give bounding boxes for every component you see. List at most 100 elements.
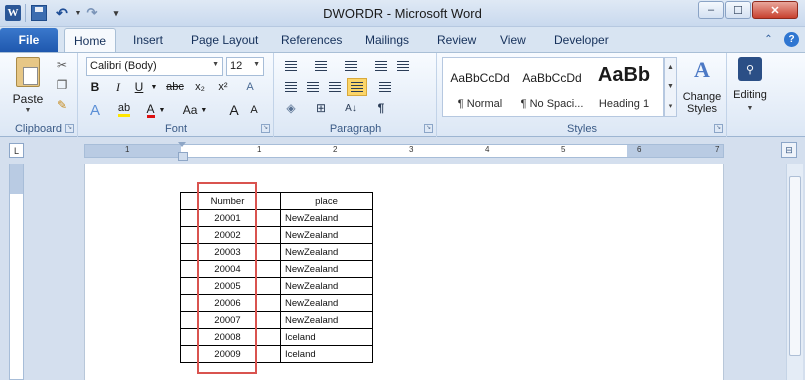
more-icon[interactable]: ▾ <box>669 102 673 110</box>
align-right-button[interactable] <box>325 78 345 96</box>
table-cell[interactable] <box>256 209 281 227</box>
shrink-font-button[interactable]: A <box>245 101 263 119</box>
table-cell[interactable]: NewZealand <box>280 226 373 244</box>
scrollbar-thumb[interactable] <box>789 176 801 356</box>
highlight-button[interactable]: ab <box>109 101 139 119</box>
align-left-button[interactable] <box>281 78 301 96</box>
clipboard-launcher-icon[interactable]: ↘ <box>65 124 74 133</box>
change-case-button[interactable]: Aa ▼ <box>179 101 211 119</box>
binoculars-icon[interactable]: ⚲ <box>738 57 762 81</box>
tab-references[interactable]: References <box>281 33 342 47</box>
editing-label[interactable]: Editing <box>728 89 772 101</box>
table-cell[interactable]: Iceland <box>280 345 373 363</box>
table-cell[interactable] <box>256 243 281 261</box>
underline-button[interactable]: U <box>130 78 148 96</box>
view-ruler-icon[interactable]: ⊟ <box>781 142 797 158</box>
minimize-ribbon-icon[interactable]: ⌃ <box>761 32 776 47</box>
table-cell[interactable] <box>256 311 281 329</box>
table-cell[interactable] <box>256 345 281 363</box>
table-cell[interactable]: NewZealand <box>280 311 373 329</box>
table-cell[interactable] <box>256 294 281 312</box>
help-icon[interactable]: ? <box>784 32 799 47</box>
table-cell[interactable]: 20007 <box>198 311 257 329</box>
table-cell[interactable] <box>180 345 199 363</box>
sort-button[interactable]: A↓ <box>341 99 361 117</box>
text-effects-button[interactable]: A <box>84 101 106 119</box>
subscript-button[interactable]: x₂ <box>190 78 210 96</box>
borders-button[interactable]: ⊞ <box>311 99 331 117</box>
table-cell[interactable] <box>180 294 199 312</box>
clear-formatting-button[interactable]: A <box>239 78 261 96</box>
table-cell[interactable] <box>180 260 199 278</box>
underline-dropdown-icon[interactable]: ▼ <box>149 78 159 96</box>
italic-button[interactable]: I <box>109 78 127 96</box>
shading-button[interactable]: ◈ <box>281 99 301 117</box>
table-cell[interactable]: NewZealand <box>280 277 373 295</box>
table-cell[interactable]: 20006 <box>198 294 257 312</box>
paragraph-launcher-icon[interactable]: ↘ <box>424 124 433 133</box>
table-cell[interactable] <box>180 277 199 295</box>
cut-icon[interactable]: ✂ <box>54 57 70 73</box>
font-size-select[interactable]: 12 ▼ <box>226 57 264 76</box>
minimize-button[interactable]: ‒ <box>698 1 724 19</box>
decrease-indent-button[interactable] <box>371 57 391 75</box>
table-cell[interactable] <box>180 328 199 346</box>
multilevel-list-button[interactable] <box>341 57 361 75</box>
styles-gallery-scroll[interactable]: ▲ ▼ ▾ <box>664 57 677 117</box>
tab-mailings[interactable]: Mailings <box>365 33 409 47</box>
table-cell[interactable] <box>256 277 281 295</box>
horizontal-ruler[interactable]: 1 1 2 3 4 5 6 7 <box>84 142 724 161</box>
maximize-button[interactable]: ☐ <box>725 1 751 19</box>
superscript-button[interactable]: x² <box>213 78 233 96</box>
chevron-up-icon[interactable]: ▲ <box>667 64 674 71</box>
tab-selector-button[interactable]: L <box>9 143 24 158</box>
table-header-cell[interactable]: place <box>280 192 373 210</box>
font-name-select[interactable]: Calibri (Body) ▼ <box>86 57 223 76</box>
editing-dropdown-icon[interactable]: ▼ <box>728 105 772 112</box>
style-heading-1[interactable]: AaBb Heading 1 <box>589 58 659 116</box>
line-spacing-button[interactable] <box>375 78 395 96</box>
vertical-scrollbar[interactable] <box>786 164 803 380</box>
tab-view[interactable]: View <box>500 33 526 47</box>
table-cell[interactable] <box>256 226 281 244</box>
tab-page-layout[interactable]: Page Layout <box>191 33 258 47</box>
document-table[interactable]: Number place 20001 NewZealand 20002 NewZeal… <box>180 192 373 363</box>
indent-marker[interactable] <box>178 142 188 161</box>
grow-font-button[interactable]: A <box>225 101 243 119</box>
table-cell[interactable] <box>256 328 281 346</box>
copy-icon[interactable]: ❐ <box>54 77 70 93</box>
paste-dropdown-icon[interactable]: ▼ <box>8 107 48 114</box>
table-header-cell[interactable] <box>256 192 281 210</box>
table-cell[interactable] <box>180 311 199 329</box>
tab-developer[interactable]: Developer <box>554 33 609 47</box>
font-launcher-icon[interactable]: ↘ <box>261 124 270 133</box>
table-cell[interactable]: 20005 <box>198 277 257 295</box>
styles-launcher-icon[interactable]: ↘ <box>714 124 723 133</box>
format-painter-icon[interactable]: ✎ <box>54 97 70 113</box>
justify-button[interactable] <box>347 78 367 96</box>
table-cell[interactable]: Iceland <box>280 328 373 346</box>
increase-indent-button[interactable] <box>393 57 413 75</box>
table-cell[interactable]: NewZealand <box>280 294 373 312</box>
tab-insert[interactable]: Insert <box>133 33 163 47</box>
table-cell[interactable] <box>180 243 199 261</box>
table-cell[interactable] <box>256 260 281 278</box>
font-color-button[interactable]: A ▼ <box>142 101 170 119</box>
table-cell[interactable]: 20001 <box>198 209 257 227</box>
bullets-button[interactable] <box>281 57 301 75</box>
table-cell[interactable] <box>180 209 199 227</box>
tab-file[interactable]: File <box>0 28 58 52</box>
align-center-button[interactable] <box>303 78 323 96</box>
table-cell[interactable] <box>180 226 199 244</box>
strikethrough-button[interactable]: abc <box>163 78 187 96</box>
tab-home[interactable]: Home <box>64 28 116 53</box>
table-header-cell[interactable]: Number <box>198 192 257 210</box>
style-normal[interactable]: AaBbCcDd ¶ Normal <box>445 58 515 116</box>
table-cell[interactable]: NewZealand <box>280 243 373 261</box>
table-cell[interactable]: 20008 <box>198 328 257 346</box>
bold-button[interactable]: B <box>84 78 106 96</box>
close-button[interactable]: ✕ <box>752 1 798 19</box>
change-styles-button[interactable]: A Change Styles <box>679 57 725 121</box>
table-cell[interactable]: 20009 <box>198 345 257 363</box>
table-cell[interactable]: NewZealand <box>280 260 373 278</box>
